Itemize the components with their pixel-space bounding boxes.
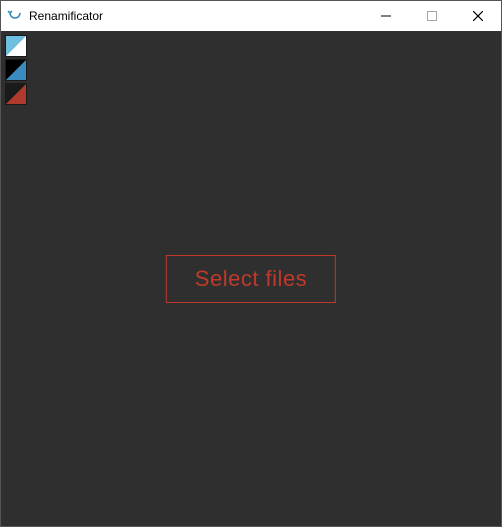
- select-files-button[interactable]: Select files: [166, 255, 336, 303]
- maximize-button[interactable]: [409, 1, 455, 31]
- titlebar: Renamificator: [1, 1, 501, 31]
- theme-swatch-list: [5, 35, 27, 105]
- app-icon: [7, 8, 23, 24]
- window-title: Renamificator: [29, 9, 103, 23]
- theme-swatch-1[interactable]: [5, 35, 27, 57]
- app-content: Select files: [1, 31, 501, 526]
- theme-swatch-3[interactable]: [5, 83, 27, 105]
- minimize-button[interactable]: [363, 1, 409, 31]
- window-controls: [363, 1, 501, 31]
- theme-swatch-2[interactable]: [5, 59, 27, 81]
- app-window: Renamificator: [0, 0, 502, 527]
- close-button[interactable]: [455, 1, 501, 31]
